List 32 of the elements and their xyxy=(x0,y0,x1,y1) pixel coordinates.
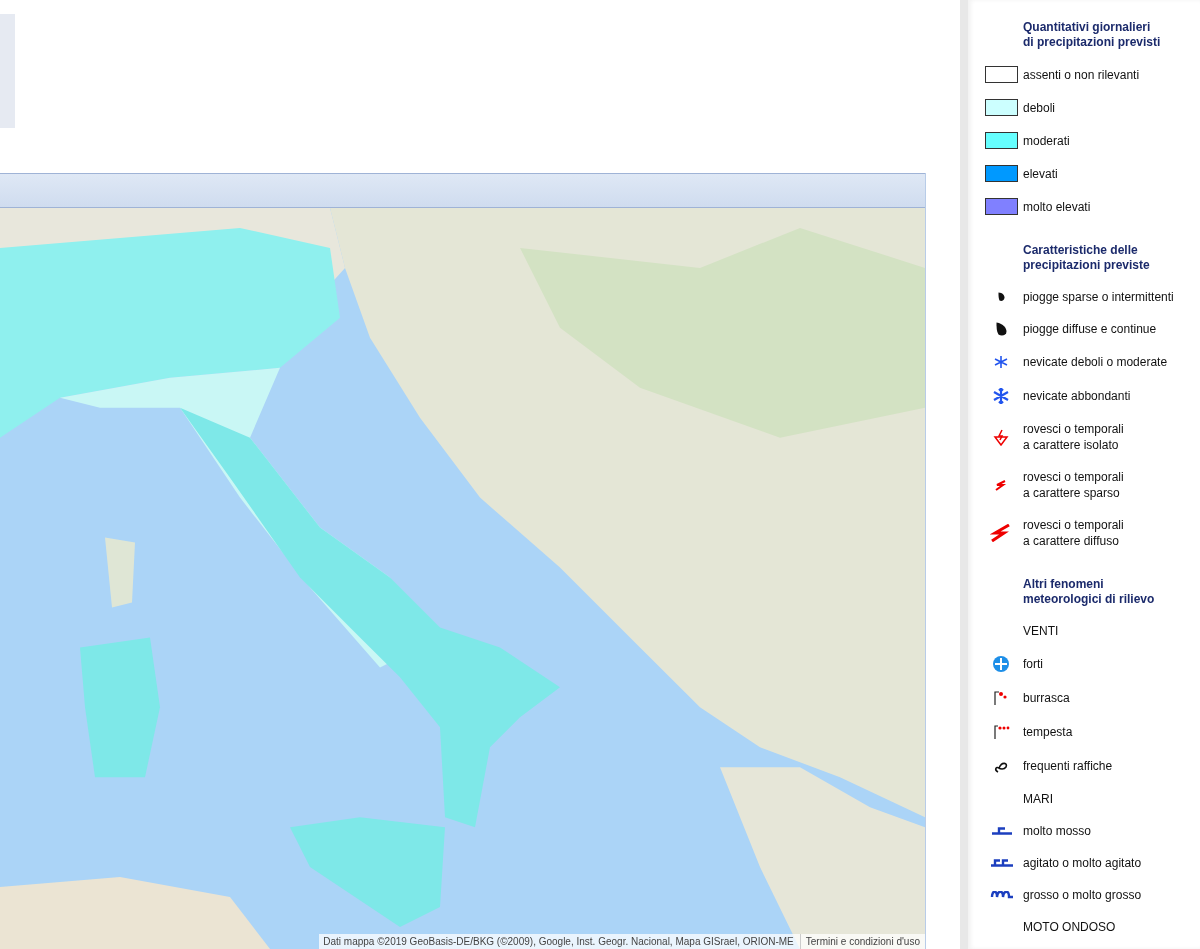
legend-label: elevati xyxy=(1023,165,1058,182)
drop-icon xyxy=(998,292,1005,302)
wave-icon xyxy=(989,891,1014,899)
legend-label: assenti o non rilevanti xyxy=(1023,66,1140,83)
legend-label: nevicate deboli o moderate xyxy=(1023,354,1168,370)
legend-label: rovesci o temporali a carattere diffuso xyxy=(1023,517,1124,549)
legend-label: rovesci o temporali a carattere isolato xyxy=(1023,421,1124,453)
legend-label: tempesta xyxy=(1023,724,1073,740)
legend-label: rovesci o temporali a carattere sparso xyxy=(1023,469,1124,501)
section-title: Altri fenomeni meteorologici di rilievo xyxy=(1023,577,1156,607)
legend-label: piogge diffuse e continue xyxy=(1023,321,1157,337)
terms-link[interactable]: Termini e condizioni d'uso xyxy=(799,934,925,949)
legend-label: nevicate abbondanti xyxy=(1023,388,1131,404)
map-attribution: Dati mappa ©2019 GeoBasis-DE/BKG (©2009), Google, Inst. Geogr. Nacional, Mapa GISrael, ORION-ME xyxy=(319,934,800,949)
section-title: Quantitativi giornalieri di precipitazioni previsti xyxy=(1023,20,1162,50)
subheading: MOTO ONDOSO xyxy=(1023,919,1116,935)
wave-icon xyxy=(990,827,1013,835)
legend-label: moderati xyxy=(1023,132,1070,149)
legend-label: molto elevati xyxy=(1023,198,1091,215)
legend-label: molto mosso xyxy=(1023,823,1092,839)
legend-label: forti xyxy=(1023,656,1043,672)
legend-label: frequenti raffiche xyxy=(1023,758,1113,774)
subheading: MARI xyxy=(1023,791,1053,807)
legend-label: agitato o molto agitato xyxy=(1023,855,1142,871)
drop-icon xyxy=(996,322,1007,336)
wave-icon xyxy=(989,859,1014,867)
legend-label: deboli xyxy=(1023,99,1056,116)
legend-label: grosso o molto grosso xyxy=(1023,887,1142,903)
subheading: VENTI xyxy=(1023,623,1059,639)
section-title: Caratteristiche delle precipitazioni previste xyxy=(1023,243,1151,273)
legend-label: piogge sparse o intermittenti xyxy=(1023,289,1174,305)
legend-label: burrasca xyxy=(1023,690,1070,706)
